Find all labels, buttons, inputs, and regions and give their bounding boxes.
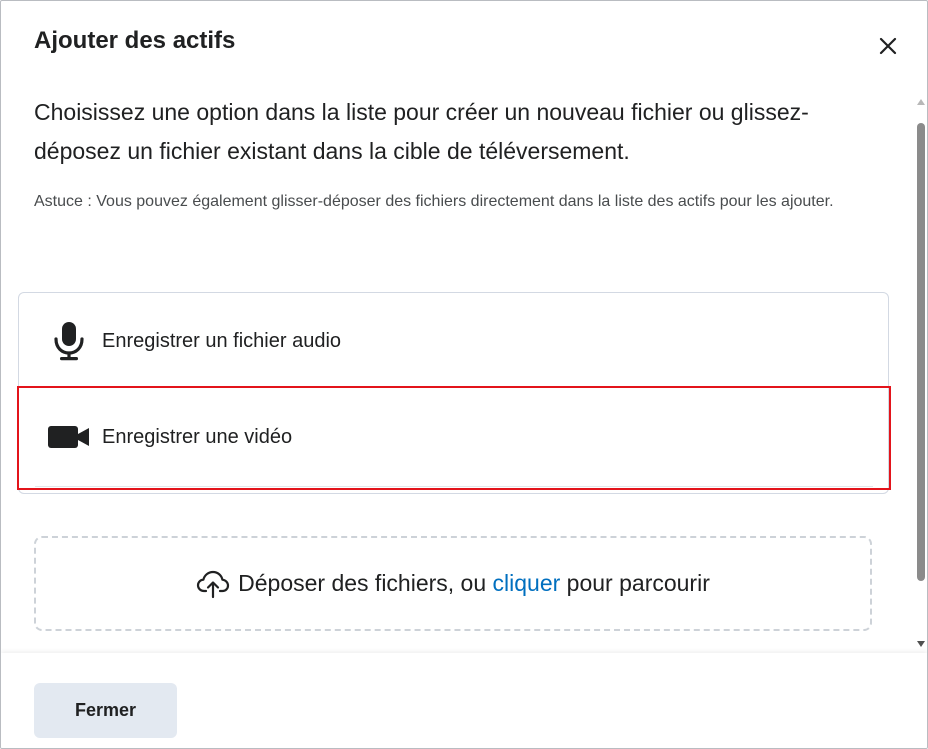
- record-audio-label: Enregistrer un fichier audio: [102, 329, 342, 352]
- dialog-title: Ajouter des actifs: [34, 27, 236, 54]
- tip-text: Astuce : Vous pouvez également glisser-d…: [34, 193, 834, 210]
- scroll-up-arrow[interactable]: [917, 99, 925, 105]
- record-options-list: Enregistrer un fichier audio Enregistrer…: [18, 292, 889, 494]
- video-camera-icon: [47, 415, 91, 459]
- dropzone-text-before: Déposer des fichiers, ou: [238, 570, 493, 596]
- record-audio-option[interactable]: Enregistrer un fichier audio: [19, 293, 888, 389]
- record-video-label: Enregistrer une vidéo: [102, 425, 293, 448]
- close-dialog-button[interactable]: Fermer: [34, 683, 177, 738]
- close-button[interactable]: [873, 31, 903, 61]
- dialog-footer: Fermer: [1, 653, 927, 748]
- upload-dropzone[interactable]: Déposer des fichiers, ou cliquer pour pa…: [34, 536, 872, 631]
- add-assets-dialog: Ajouter des actifs Choisissez une option…: [0, 0, 928, 749]
- microphone-icon: [47, 319, 91, 363]
- dropzone-text-after: pour parcourir: [560, 570, 710, 596]
- scroll-down-arrow[interactable]: [917, 641, 925, 647]
- record-video-option[interactable]: Enregistrer une vidéo: [19, 389, 888, 485]
- cloud-upload-icon: [196, 569, 230, 599]
- close-icon: [879, 37, 897, 55]
- scrollbar[interactable]: [915, 97, 927, 653]
- option-divider: [35, 486, 873, 487]
- intro-text: Choisissez une option dans la liste pour…: [34, 99, 809, 164]
- browse-link[interactable]: cliquer: [493, 570, 561, 597]
- scroll-thumb[interactable]: [917, 123, 925, 581]
